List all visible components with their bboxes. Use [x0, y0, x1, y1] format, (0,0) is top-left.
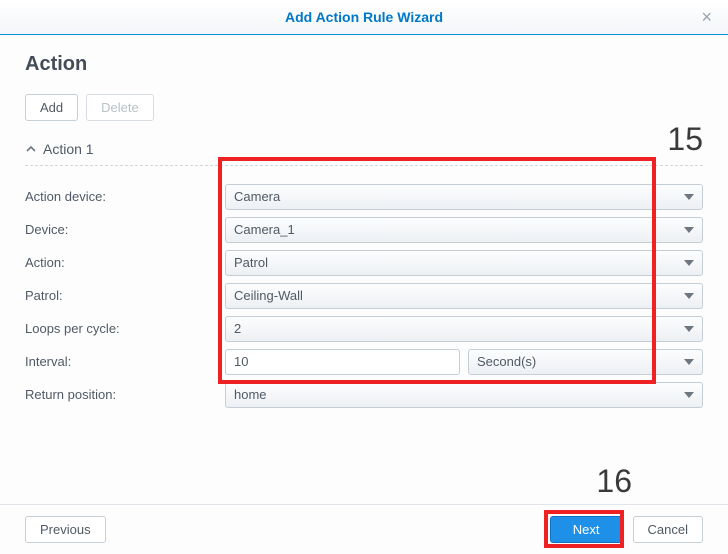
loops-select[interactable]: 2 — [225, 316, 703, 342]
label-action: Action: — [25, 255, 225, 270]
interval-unit-value: Second(s) — [477, 354, 536, 369]
add-button[interactable]: Add — [25, 94, 78, 121]
interval-input[interactable]: 10 — [225, 349, 460, 375]
action-select[interactable]: Patrol — [225, 250, 703, 276]
label-patrol: Patrol: — [25, 288, 225, 303]
titlebar: Add Action Rule Wizard × — [0, 0, 728, 35]
action-form: Action device: Camera Device: Camera_1 — [25, 180, 703, 411]
chevron-down-icon — [684, 326, 694, 332]
action-value: Patrol — [234, 255, 268, 270]
content-area: Action Add Delete Action 1 15 Action dev… — [0, 35, 728, 411]
next-button[interactable]: Next — [550, 516, 623, 543]
action-group-title: Action 1 — [43, 141, 94, 157]
chevron-down-icon — [684, 293, 694, 299]
device-value: Camera_1 — [234, 222, 295, 237]
return-position-value: home — [234, 387, 267, 402]
annotation-16: 16 — [596, 463, 632, 500]
patrol-select[interactable]: Ceiling-Wall — [225, 283, 703, 309]
device-select[interactable]: Camera_1 — [225, 217, 703, 243]
previous-button[interactable]: Previous — [25, 516, 106, 543]
label-action-device: Action device: — [25, 189, 225, 204]
label-return-position: Return position: — [25, 387, 225, 402]
label-loops: Loops per cycle: — [25, 321, 225, 336]
interval-unit-select[interactable]: Second(s) — [468, 349, 703, 375]
loops-value: 2 — [234, 321, 241, 336]
chevron-up-icon — [25, 143, 37, 155]
chevron-down-icon — [684, 227, 694, 233]
action-device-value: Camera — [234, 189, 280, 204]
chevron-down-icon — [684, 359, 694, 365]
action-group-header[interactable]: Action 1 15 — [25, 139, 703, 166]
cancel-button[interactable]: Cancel — [633, 516, 703, 543]
chevron-down-icon — [684, 194, 694, 200]
interval-value: 10 — [234, 354, 248, 369]
wizard-footer: Previous Next Cancel — [0, 504, 728, 554]
chevron-down-icon — [684, 260, 694, 266]
label-interval: Interval: — [25, 354, 225, 369]
annotation-15: 15 — [667, 121, 703, 158]
close-icon[interactable]: × — [695, 5, 718, 30]
window-title: Add Action Rule Wizard — [285, 9, 443, 25]
return-position-select[interactable]: home — [225, 382, 703, 408]
action-toolbar: Add Delete — [25, 94, 703, 121]
patrol-value: Ceiling-Wall — [234, 288, 303, 303]
section-heading: Action — [25, 53, 703, 76]
wizard-window: Add Action Rule Wizard × Action Add Dele… — [0, 0, 728, 554]
chevron-down-icon — [684, 392, 694, 398]
delete-button: Delete — [86, 94, 154, 121]
label-device: Device: — [25, 222, 225, 237]
action-device-select[interactable]: Camera — [225, 184, 703, 210]
